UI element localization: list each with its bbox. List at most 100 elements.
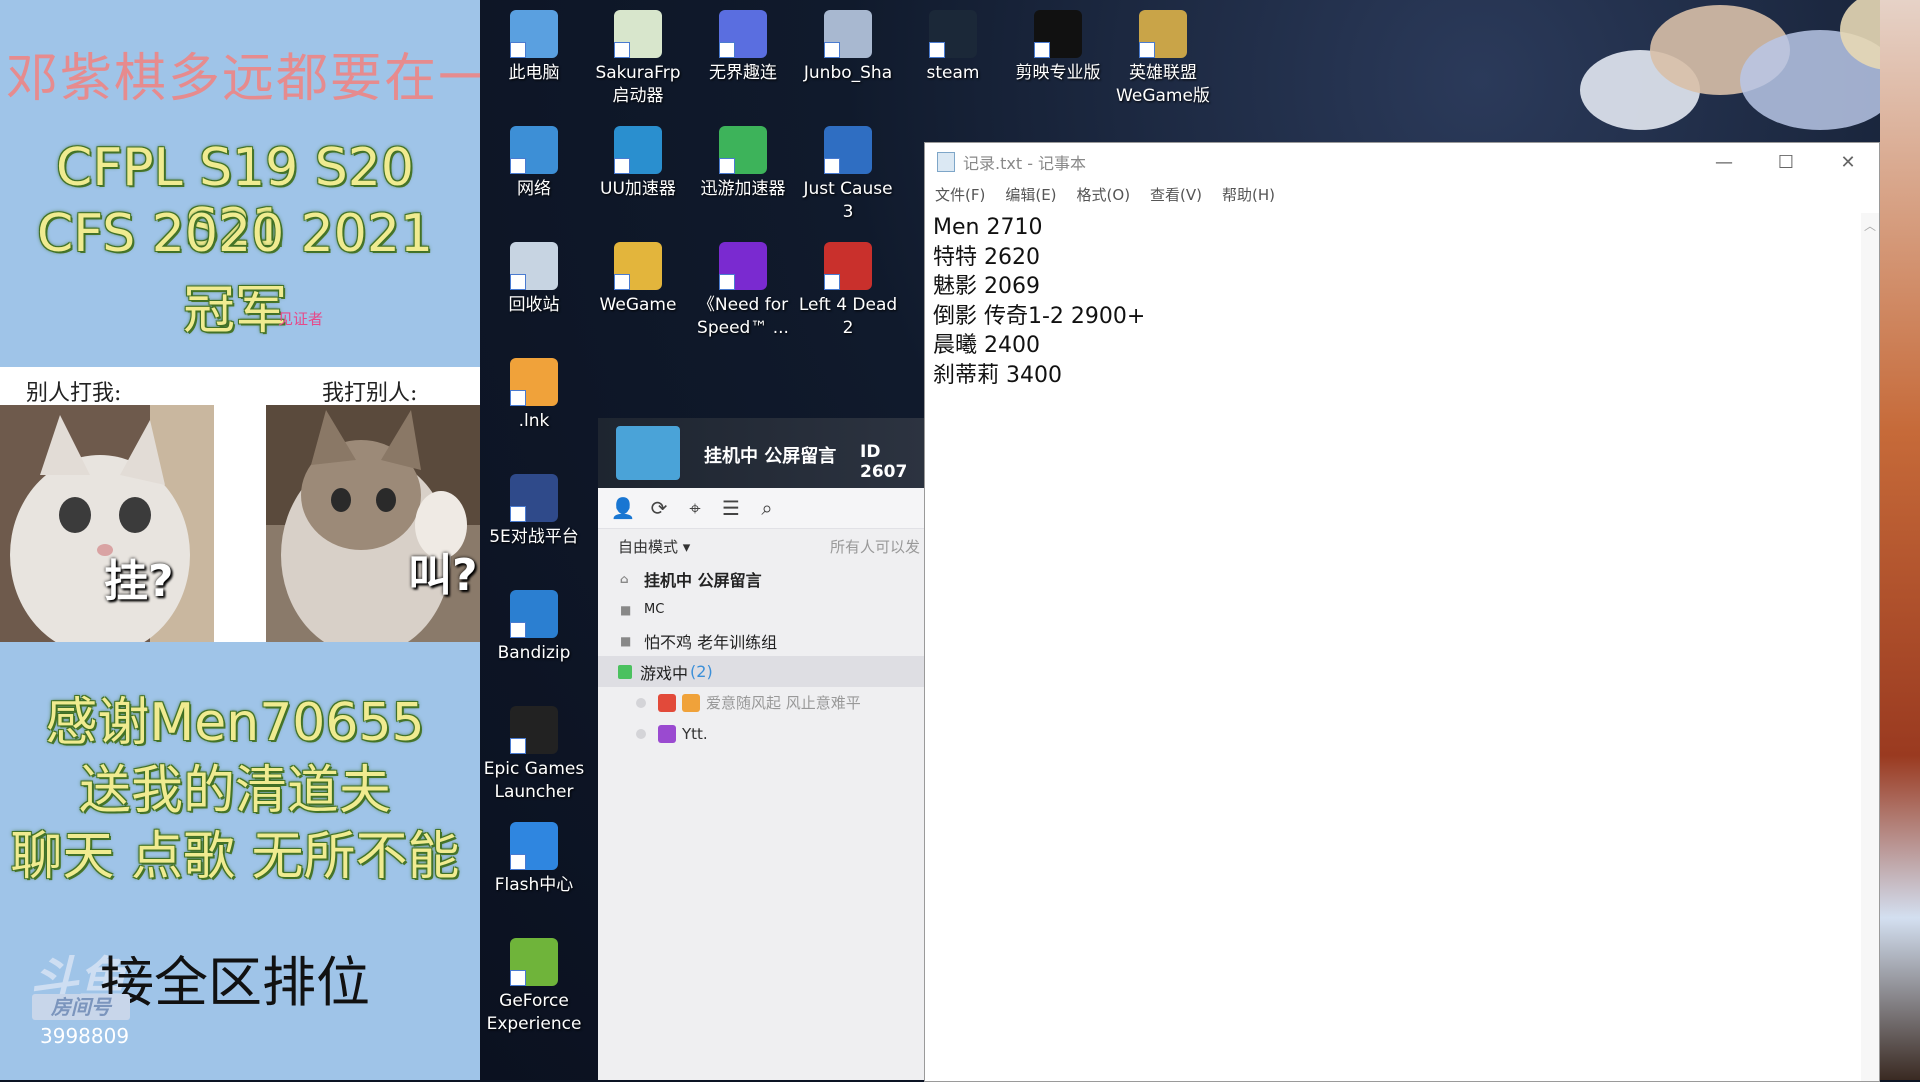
uu-accelerator-icon [614,126,662,174]
desktop-icon-sakurafrp[interactable]: SakuraFrp 启动器 [586,2,690,108]
text-line: 倒影 传奇1-2 2900+ [933,303,1146,329]
user-badge-icon [658,693,676,712]
desktop-icon-jianying[interactable]: 剪映专业版 [1006,2,1110,85]
text-line: 魅影 2069 [933,274,1040,299]
desktop-icon-steam[interactable]: steam [901,2,1005,85]
jianying-icon [1034,10,1082,58]
cat-left-caption: 别人打我: [26,381,122,406]
bandizip-icon [510,590,558,638]
left4dead-icon [824,242,872,290]
text-line: 晨曦 2400 [933,333,1040,358]
desktop-icon-lnk[interactable]: .lnk [482,350,586,433]
desktop-icon-label: steam [926,63,980,83]
user-badge-icon [682,693,700,712]
wujie-icon [719,10,767,58]
cat-meme-image: 别人打我: 我打别人: 挂? 叫? [0,367,480,642]
window-title: 记录.txt - 记事本 [963,154,1087,173]
text-editor-area[interactable]: Men 2710 特特 2620 魅影 2069 倒影 传奇1-2 2900+ … [929,213,1855,1081]
desktop-icon-recycle-bin[interactable]: 回收站 [482,234,586,317]
desktop-icon-label: 回收站 [508,295,560,315]
title-line-3: 冠军 [182,281,287,341]
scrolling-marquee-text: 邓紫棋多远都要在一 [6,49,480,109]
desktop-icon-label: 无界趣连 [709,63,777,83]
scroll-up-icon[interactable]: ︿ [1861,217,1879,234]
desktop-icon-label: 网络 [517,179,551,199]
menu-edit[interactable]: 编辑(E) [1005,184,1056,205]
lock-icon: ■ [620,633,632,648]
desktop-icon-label: Epic Games Launcher [483,759,585,802]
close-button[interactable]: ✕ [1817,143,1879,181]
desktop-icon-geforce[interactable]: GeForce Experience [482,930,586,1036]
mode-dropdown[interactable]: 自由模式 ▾ [618,536,690,557]
channel-item-active[interactable]: 游戏中 (2) [598,656,924,687]
mode-label: 自由模式 [618,537,679,556]
desktop-icon-bandizip[interactable]: Bandizip [482,582,586,665]
menu-file[interactable]: 文件(F) [935,184,985,205]
desktop-icon-epic[interactable]: Epic Games Launcher [482,698,586,804]
user-icon[interactable]: 👤 [610,495,636,521]
geforce-icon [510,938,558,986]
thanks-line-1: 感谢Men70655 [45,693,425,753]
voice-chat-panel: 挂机中 公屏留言 ID 2607 👤 ⟳ ⌖ ☰ ⌕ 自由模式 ▾ 所有人可以发… [598,418,924,1080]
desktop-icon-label: 迅游加速器 [700,179,786,199]
witness-label: 见证者 [278,310,324,328]
menu-view[interactable]: 查看(V) [1150,184,1202,205]
desktop-icon-this-pc[interactable]: 此电脑 [482,2,586,85]
desktop-icon-label: Bandizip [497,643,571,663]
list-icon[interactable]: ☰ [718,495,744,521]
maximize-button[interactable]: ☐ [1755,143,1817,181]
desktop-icon-label: .lnk [518,411,550,431]
vertical-scrollbar[interactable]: ︿ [1861,213,1879,1081]
menu-help[interactable]: 帮助(H) [1222,184,1275,205]
epic-games-icon [510,706,558,754]
user-badge-icon [658,724,676,743]
desktop-icon-5e[interactable]: 5E对战平台 [482,466,586,549]
minimize-button[interactable]: — [1693,143,1755,181]
channel-item[interactable]: ⌂ 挂机中 公屏留言 [598,563,924,594]
desktop-icon-network[interactable]: 网络 [482,118,586,201]
channel-item[interactable]: ■ MC [598,594,924,625]
desktop-icon-label: GeForce Experience [486,991,582,1034]
desktop-icon-label: Left 4 Dead 2 [798,295,898,338]
channel-user[interactable]: 爱意随风起 风止意难平 [598,687,924,718]
channel-name: 怕不鸡 老年训练组 [644,632,778,652]
channel-avatar[interactable] [616,426,680,480]
user-name: Ytt. [682,724,708,743]
desktop-icon-wegame[interactable]: WeGame [586,234,690,317]
desktop-icon-label: UU加速器 [600,179,676,199]
angry-cat-image [266,405,480,642]
text-line: 刹蒂莉 3400 [933,362,1062,388]
menu-format[interactable]: 格式(O) [1077,184,1131,205]
thanks-line-3: 聊天 点歌 无所不能 [10,827,460,887]
cat-left-label: 挂? [104,556,174,607]
channel-name: 游戏中 [640,663,689,683]
desktop-icon-l4d2[interactable]: Left 4 Dead 2 [796,234,900,340]
desktop-icon-xunyou[interactable]: 迅游加速器 [691,118,795,201]
junbo-icon [824,10,872,58]
channel-item[interactable]: ■ 怕不鸡 老年训练组 [598,625,924,656]
computer-icon [510,10,558,58]
desktop-icon-junbo[interactable]: Junbo_Sha [796,2,900,85]
channel-user[interactable]: Ytt. [598,718,924,749]
cat-right-caption: 我打别人: [322,381,418,406]
desktop-icon-uu[interactable]: UU加速器 [586,118,690,201]
stream-overlay-panel: 邓紫棋多远都要在一 CFPL S19 S20 S21 CFS 2020 2021… [0,0,480,1080]
desktop-icon-nfs[interactable]: 《Need for Speed™ ... [691,234,795,340]
recycle-bin-icon [510,242,558,290]
desktop-icon-lol[interactable]: 英雄联盟 WeGame版 [1111,2,1215,108]
ranked-text: 接全区排位 [100,951,370,1014]
desktop-icon-just-cause[interactable]: Just Cause 3 [796,118,900,224]
wallpaper-flowers [1580,0,1920,130]
location-icon[interactable]: ⌖ [682,495,708,521]
notepad-titlebar[interactable]: 记录.txt - 记事本 — ☐ ✕ [925,143,1879,181]
text-line: Men 2710 [933,215,1043,240]
background-window-edge [1880,0,1920,1080]
channel-toolbar: 👤 ⟳ ⌖ ☰ ⌕ [598,488,924,529]
desktop-icon-wujie[interactable]: 无界趣连 [691,2,795,85]
need-for-speed-icon [719,242,767,290]
search-icon[interactable]: ⌕ [754,495,780,521]
notepad-window: 记录.txt - 记事本 — ☐ ✕ 文件(F) 编辑(E) 格式(O) 查看(… [924,142,1880,1082]
refresh-icon[interactable]: ⟳ [646,495,672,521]
room-number-badge: 房间号 [32,994,130,1020]
desktop-icon-flash[interactable]: Flash中心 [482,814,586,897]
